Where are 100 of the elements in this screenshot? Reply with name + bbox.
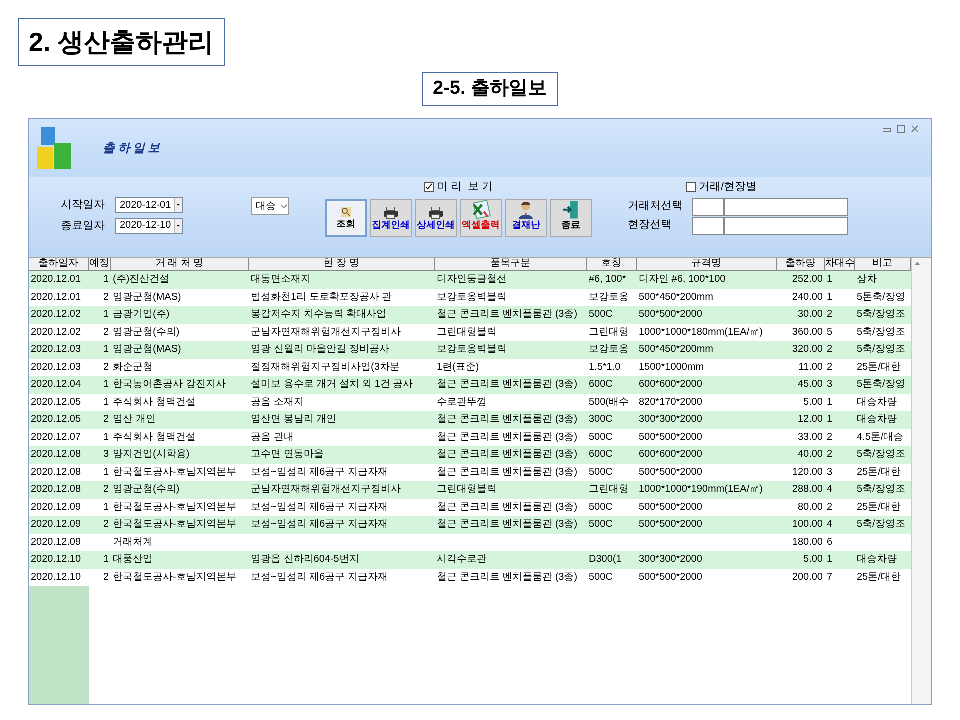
table-cell: 2020.12.10 [31, 572, 82, 583]
table-cell: 디자인둥글철선 [437, 274, 507, 286]
table-cell: 1 [827, 414, 833, 426]
table-row[interactable]: 2020.12.03 1 영광군청(MAS) 영광 신월리 마을안길 정비공사 보강토옹벽블럭 보강토옹 500*450*200mm 320.00 2 5축/장영조 [29, 341, 911, 358]
toolbar-button[interactable]: 집계인쇄 [370, 198, 412, 236]
table-cell: 1 [103, 396, 109, 408]
column-header[interactable]: 호칭 [587, 258, 637, 270]
column-header[interactable]: 거 래 처 명 [111, 258, 249, 270]
table-cell: 600C [589, 379, 613, 390]
column-header[interactable]: 예정 [89, 258, 111, 270]
table-cell: 500*450*200mm [639, 344, 714, 356]
table-cell: 대승차량 [857, 414, 897, 426]
table-cell: 1 [103, 432, 109, 443]
checkbox[interactable] [686, 182, 696, 192]
name-field[interactable] [724, 198, 848, 216]
table-cell: 6 [827, 536, 833, 548]
toolbar-button[interactable]: 조회 [325, 198, 367, 236]
scrollbar[interactable] [911, 258, 931, 704]
table-cell: 1.5*1.0 [589, 362, 621, 373]
table-cell: 5축/장영조 [857, 326, 906, 338]
table-cell: 보강토옹벽블럭 [437, 344, 507, 356]
table-cell: 2020.12.01 [31, 292, 82, 303]
date-field[interactable]: 2020-12-01 [115, 197, 183, 214]
table-row[interactable]: 2020.12.09 2 한국철도공사-호남지역본부 보성~임성리 제6공구 지급자재 철근 콘크리트 벤치플룸관 (3종) 500C 500*500*2000 100.00 4 5축/장영조 [29, 516, 911, 534]
table-cell: 그린대형블럭 [437, 326, 497, 338]
table-cell: 설미보 용수로 개거 설치 외 1건 공사 [251, 379, 414, 390]
table-cell: 5축/장영조 [857, 449, 906, 460]
by-site-label: 거래/현장별 [699, 180, 758, 195]
table-cell: 영광읍 신하리604-5번지 [251, 554, 360, 566]
column-header[interactable]: 출하량 [777, 258, 825, 270]
exit-door-icon [562, 200, 580, 220]
table-cell: 거래처계 [113, 536, 153, 548]
table-cell: 1 [827, 396, 833, 408]
table-cell: 철근 콘크리트 벤치플룸관 (3종) [437, 519, 578, 530]
table-cell: 25톤/대한 [857, 572, 901, 583]
column-header[interactable]: 출하일자 [29, 258, 89, 270]
table-row[interactable]: 2020.12.04 1 한국농어촌공사 강진지사 설미보 용수로 개거 설치 외 1건 공사 철근 콘크리트 벤치플룸관 (3종) 600C 600*600*2000 45.00 3 5톤축/장영 [29, 376, 911, 394]
column-header[interactable]: 품목구분 [435, 258, 587, 270]
table-cell: 보성~임성리 제6공구 지급자재 [251, 572, 388, 583]
table-cell: 2020.12.02 [31, 309, 82, 320]
code-field[interactable] [692, 216, 724, 234]
table-cell: 500*500*2000 [639, 572, 702, 583]
table-cell: 2020.12.01 [31, 274, 82, 286]
restore-icon[interactable] [897, 125, 905, 133]
table-cell: 2 [103, 572, 109, 583]
toolbar-button[interactable]: 종료 [550, 198, 592, 236]
table-row[interactable]: 2020.12.10 1 대풍산업 영광읍 신하리604-5번지 시각수로관 D300(1 300*300*2000 5.00 1 대승차량 [29, 551, 911, 568]
table-cell: 1 [103, 502, 109, 513]
table-cell: 철근 콘크리트 벤치플룸관 (3종) [437, 432, 578, 443]
section-title: 2-5. 출하일보 [422, 72, 558, 106]
table-cell: 1 [103, 466, 109, 478]
table-cell: 2 [827, 309, 833, 320]
table-cell: 디자인 #6, 100*100 [639, 274, 726, 286]
table-cell: 1 [827, 274, 833, 286]
table-cell: 금광기업(주) [113, 309, 170, 320]
table-cell: 360.00 [792, 326, 823, 338]
toolbar-button[interactable]: 결재난 [505, 198, 547, 236]
column-header[interactable]: 규격명 [637, 258, 777, 270]
table-cell: 봉갑저수지 치수능력 확대사업 [251, 309, 387, 320]
table-cell: 2020.12.09 [31, 519, 82, 530]
table-cell: 법성화천1리 도로확포장공사 관 [251, 292, 392, 303]
table-cell: 5.00 [804, 554, 823, 566]
table-cell: 33.00 [798, 432, 823, 443]
column-header[interactable]: 현 장 명 [249, 258, 435, 270]
toolbar-button[interactable]: 엑셀출력 [460, 198, 502, 236]
toolbar-button[interactable]: 상세인쇄 [415, 198, 457, 236]
magnifier-icon [340, 206, 352, 218]
table-row[interactable]: 2020.12.08 3 양지건업(시학용) 고수면 연동마을 철근 콘크리트 벤치플룸관 (3종) 600C 600*600*2000 40.00 2 5축/장영조 [29, 446, 911, 464]
table-row[interactable]: 2020.12.02 1 금광기업(주) 봉갑저수지 치수능력 확대사업 철근 콘크리트 벤치플룸관 (3종) 500C 500*500*2000 30.00 2 5축/장영조 [29, 306, 911, 324]
table-cell: 2020.12.08 [31, 484, 82, 496]
table-cell: 철근 콘크리트 벤치플룸관 (3종) [437, 502, 578, 513]
table-row[interactable]: 2020.12.01 1 (주)진산건설 대동면소재지 디자인둥글철선 #6, 100* 디자인 #6, 100*100 252.00 1 상차 [29, 271, 911, 288]
company-dropdown[interactable]: 대승 [251, 197, 289, 215]
table-cell: 양지건업(시학용) [113, 449, 190, 460]
table-row[interactable]: 2020.12.08 2 영광군청(수의) 군남자연재해위험개선지구정비사 그린대형블럭 그린대형 1000*1000*190mm(1EA/㎡) 288.00 4 5축/장영조 [29, 481, 911, 498]
table-cell: 3 [827, 466, 833, 478]
table-cell: 한국철도공사-호남지역본부 [113, 466, 236, 478]
table-cell: 공음 소재지 [251, 396, 304, 408]
table-cell: 2020.12.08 [31, 466, 82, 478]
date-field[interactable]: 2020-12-10 [115, 218, 183, 234]
table-cell: 군남자연재해위험개선지구정비사 [251, 326, 401, 338]
name-field[interactable] [724, 216, 848, 234]
printer-icon [384, 207, 398, 220]
table-cell: 2020.12.05 [31, 414, 82, 426]
table-cell: 500*500*2000 [639, 519, 702, 530]
table-cell: 철근 콘크리트 벤치플룸관 (3종) [437, 466, 578, 478]
table-cell: #6, 100* [589, 274, 626, 286]
table-cell: 500C [589, 466, 613, 478]
table-cell: 4 [827, 484, 833, 496]
table-row[interactable]: 2020.12.05 2 염산 개인 염산면 봉남리 개인 철근 콘크리트 벤치플룸관 (3종) 300C 300*300*2000 12.00 1 대승차량 [29, 411, 911, 428]
close-icon[interactable] [911, 125, 919, 133]
select-label: 거래처선택 [628, 199, 684, 214]
slide-title: 2. 생산출하관리 [18, 18, 225, 66]
table-cell: 2020.12.04 [31, 379, 82, 390]
checkbox[interactable] [424, 182, 434, 192]
column-header[interactable]: 차대수 [825, 258, 855, 270]
table-cell: 252.00 [792, 274, 823, 286]
table-cell: 600C [589, 449, 613, 460]
table-cell: 820*170*2000 [639, 396, 702, 408]
code-field[interactable] [692, 198, 724, 216]
